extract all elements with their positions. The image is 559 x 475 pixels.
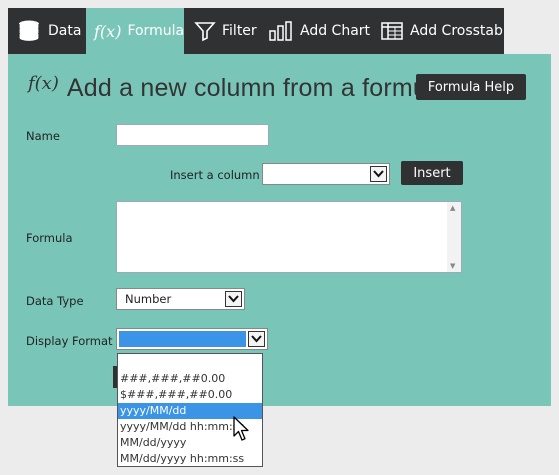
chevron-down-icon[interactable] xyxy=(225,291,242,307)
tab-bar: Data f(x) Formula Filter Add Chart Add C… xyxy=(8,8,504,54)
mouse-pointer-icon xyxy=(233,416,251,446)
tab-formula[interactable]: f(x) Formula xyxy=(86,8,184,54)
panel-heading: f(x) Add a new column from a formula. xyxy=(28,73,454,103)
data-type-select[interactable]: Number xyxy=(116,288,245,310)
name-label: Name xyxy=(26,129,60,143)
tab-formula-label: Formula xyxy=(127,23,185,39)
format-option[interactable]: $###,###,##0.00 xyxy=(118,387,262,403)
page-title: Add a new column from a formula. xyxy=(66,74,454,102)
formula-panel: f(x) Add a new column from a formula. Fo… xyxy=(8,54,551,406)
tab-filter-label: Filter xyxy=(222,23,257,39)
data-type-value: Number xyxy=(125,292,172,306)
display-format-highlight xyxy=(119,331,246,347)
display-format-select[interactable] xyxy=(116,328,268,350)
chevron-down-icon[interactable] xyxy=(248,331,265,347)
tab-data-label: Data xyxy=(48,23,82,39)
data-type-label: Data Type xyxy=(26,294,84,308)
display-format-dropdown-list[interactable]: ###,###,##0.00 $###,###,##0.00 yyyy/MM/d… xyxy=(117,353,263,467)
insert-column-label: Insert a column xyxy=(170,168,260,182)
chevron-down-icon[interactable] xyxy=(370,166,387,182)
tab-add-crosstab-label: Add Crosstab xyxy=(410,23,503,39)
database-icon xyxy=(16,19,42,43)
insert-button[interactable]: Insert xyxy=(401,161,463,185)
tab-add-chart-label: Add Chart xyxy=(300,23,371,39)
insert-column-select[interactable] xyxy=(262,163,390,185)
display-format-label: Display Format xyxy=(26,334,113,348)
formula-label: Formula xyxy=(26,231,73,245)
name-input[interactable] xyxy=(116,124,269,146)
format-option[interactable]: MM/dd/yyyy hh:mm:ss xyxy=(118,451,262,467)
format-option[interactable]: ###,###,##0.00 xyxy=(118,371,262,387)
tab-add-crosstab[interactable]: Add Crosstab xyxy=(374,8,504,54)
fx-icon: f(x) xyxy=(94,21,122,41)
format-option-blank[interactable] xyxy=(118,354,262,371)
formula-help-button[interactable]: Formula Help xyxy=(416,74,526,100)
fx-heading-icon: f(x) xyxy=(28,73,59,94)
tab-add-chart[interactable]: Add Chart xyxy=(262,8,374,54)
tab-filter[interactable]: Filter xyxy=(184,8,262,54)
tab-data[interactable]: Data xyxy=(8,8,86,54)
scroll-down-icon[interactable]: ▼ xyxy=(450,262,455,270)
grid-table-icon xyxy=(380,20,404,42)
scroll-up-icon[interactable]: ▲ xyxy=(450,204,455,212)
bar-chart-icon xyxy=(268,20,294,42)
formula-textarea[interactable]: ▲ ▼ xyxy=(116,201,462,273)
funnel-icon xyxy=(194,20,216,42)
textarea-scrollbar[interactable]: ▲ ▼ xyxy=(447,202,461,272)
